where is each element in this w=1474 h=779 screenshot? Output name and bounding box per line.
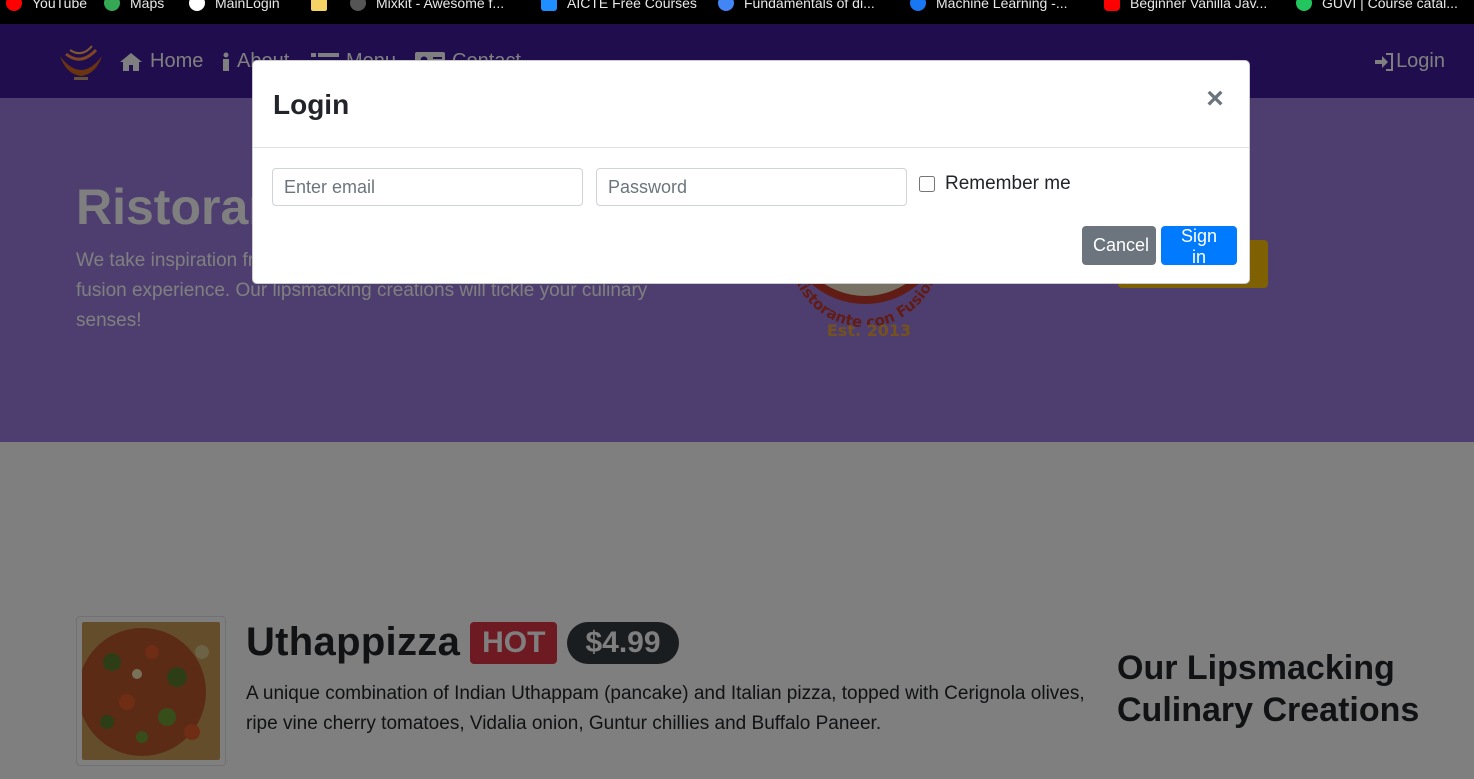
close-button[interactable]: × <box>1203 83 1227 115</box>
maps-icon <box>104 0 120 11</box>
bookmark-label: Fundamentals of di... <box>744 0 875 11</box>
meta-icon <box>910 0 926 11</box>
bookmark-label: AICTE Free Courses <box>567 0 697 11</box>
guvi-icon <box>1296 0 1312 11</box>
bookmark-label: Mixkit - Awesome f... <box>376 0 505 11</box>
aicte-icon <box>541 0 557 11</box>
bookmark-label: Machine Learning -... <box>936 0 1068 11</box>
password-input[interactable] <box>596 168 907 206</box>
bookmark-machine-learning[interactable]: Machine Learning -... <box>910 0 1068 14</box>
bookmark-fundamentals[interactable]: Fundamentals of di... <box>718 0 875 14</box>
folder-icon <box>311 0 327 11</box>
bookmark-label: MainLogin <box>215 0 280 11</box>
bookmark-mainlogin[interactable]: MainLogin <box>189 0 280 14</box>
sign-in-button[interactable]: Sign in <box>1161 226 1237 267</box>
bookmarks-bar: YouTube Maps MainLogin Mixkit - Awesome … <box>0 0 1474 24</box>
bookmark-mixkit[interactable]: Mixkit - Awesome f... <box>350 0 504 14</box>
email-input[interactable] <box>272 168 583 206</box>
bookmark-aicte[interactable]: AICTE Free Courses <box>541 0 697 14</box>
bookmark-guvi[interactable]: GUVI | Course catal... <box>1296 0 1458 14</box>
bookmark-label: GUVI | Course catal... <box>1322 0 1458 11</box>
modal-header: Login × <box>253 61 1249 148</box>
google-icon <box>718 0 734 11</box>
bookmark-maps[interactable]: Maps <box>104 0 164 14</box>
modal-title: Login <box>273 89 350 120</box>
bookmark-vanilla-js[interactable]: Beginner Vanilla Jav... <box>1104 0 1267 14</box>
mainlogin-icon <box>189 0 205 11</box>
remember-me-checkbox[interactable] <box>919 176 935 192</box>
cancel-button[interactable]: Cancel <box>1082 226 1156 265</box>
login-modal: Login × Remember me Cancel Sign in <box>252 60 1250 284</box>
bookmark-label: YouTube <box>32 0 88 11</box>
remember-me-label: Remember me <box>945 173 1071 194</box>
youtube-icon <box>6 0 22 11</box>
remember-me[interactable]: Remember me <box>919 173 1071 195</box>
bookmark-label: Maps <box>130 0 165 11</box>
bookmark-label: Beginner Vanilla Jav... <box>1130 0 1268 11</box>
bookmark-youtube[interactable]: YouTube <box>6 0 87 14</box>
bookmark-folder[interactable] <box>311 0 327 14</box>
youtube-icon <box>1104 0 1120 11</box>
mixkit-icon <box>350 0 366 11</box>
